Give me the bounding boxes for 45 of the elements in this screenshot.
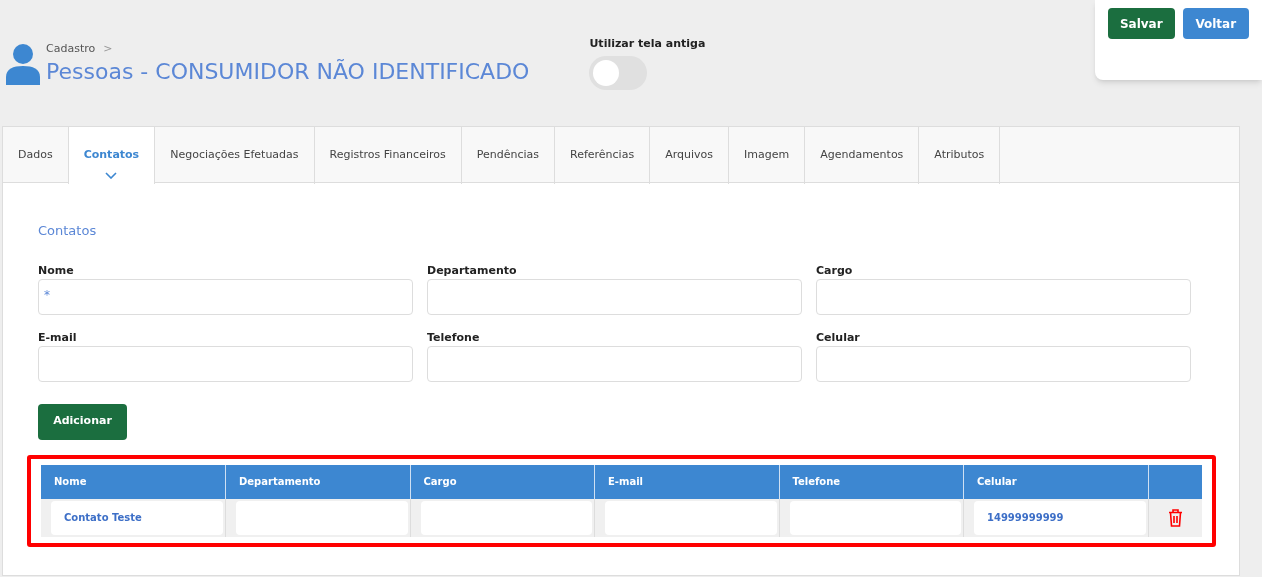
column-header: Nome	[41, 464, 226, 499]
chevron-down-icon	[105, 172, 118, 179]
table-cell: Contato Teste	[51, 500, 223, 535]
tab[interactable]: Imagem	[729, 127, 806, 184]
input-field[interactable]	[38, 345, 413, 382]
field-label: Celular	[816, 329, 861, 346]
required-mark: *	[44, 287, 50, 302]
trash-icon	[1167, 508, 1183, 527]
toggle-label: Utilizar tela antiga	[589, 36, 706, 52]
tab[interactable]: Dados	[3, 127, 69, 184]
back-button[interactable]: Voltar	[1182, 8, 1249, 39]
delete-button[interactable]	[1148, 498, 1202, 537]
tab[interactable]: Arquivos	[650, 127, 729, 184]
column-header: E-mail	[594, 464, 779, 499]
tab[interactable]: Referências	[555, 127, 651, 184]
person-icon	[6, 43, 40, 85]
section-title: Contatos	[38, 222, 98, 240]
table-cell: 14999999999	[974, 500, 1146, 535]
breadcrumb-link[interactable]: Cadastro	[46, 41, 96, 58]
field-label: E-mail	[38, 329, 78, 346]
tab[interactable]: Agendamentos	[805, 127, 920, 184]
breadcrumb-separator: >	[103, 41, 113, 57]
field-label: Cargo	[816, 262, 854, 279]
column-header: Telefone	[779, 464, 964, 499]
field-label: Departamento	[427, 262, 518, 279]
column-header: Departamento	[225, 464, 410, 499]
column-header: Cargo	[410, 464, 595, 499]
input-field[interactable]	[816, 278, 1191, 315]
page-title: Pessoas - CONSUMIDOR NÃO IDENTIFICADO	[46, 57, 530, 86]
column-header	[1148, 464, 1202, 499]
input-field[interactable]	[816, 345, 1191, 382]
input-field[interactable]	[427, 278, 802, 315]
tab[interactable]: Atributos	[919, 127, 1001, 184]
old-screen-toggle[interactable]	[589, 55, 648, 90]
input-field[interactable]: *	[38, 278, 413, 315]
field-label: Telefone	[427, 329, 481, 346]
add-button[interactable]: Adicionar	[38, 403, 127, 440]
tab[interactable]: Negociações Efetuadas	[155, 127, 315, 184]
save-button[interactable]: Salvar	[1108, 8, 1175, 39]
tab[interactable]: Contatos	[68, 127, 156, 184]
column-header: Celular	[963, 464, 1148, 499]
field-label: Nome	[38, 262, 75, 279]
tab[interactable]: Pendências	[461, 127, 555, 184]
tab[interactable]: Registros Financeiros	[314, 127, 462, 184]
input-field[interactable]	[427, 345, 802, 382]
